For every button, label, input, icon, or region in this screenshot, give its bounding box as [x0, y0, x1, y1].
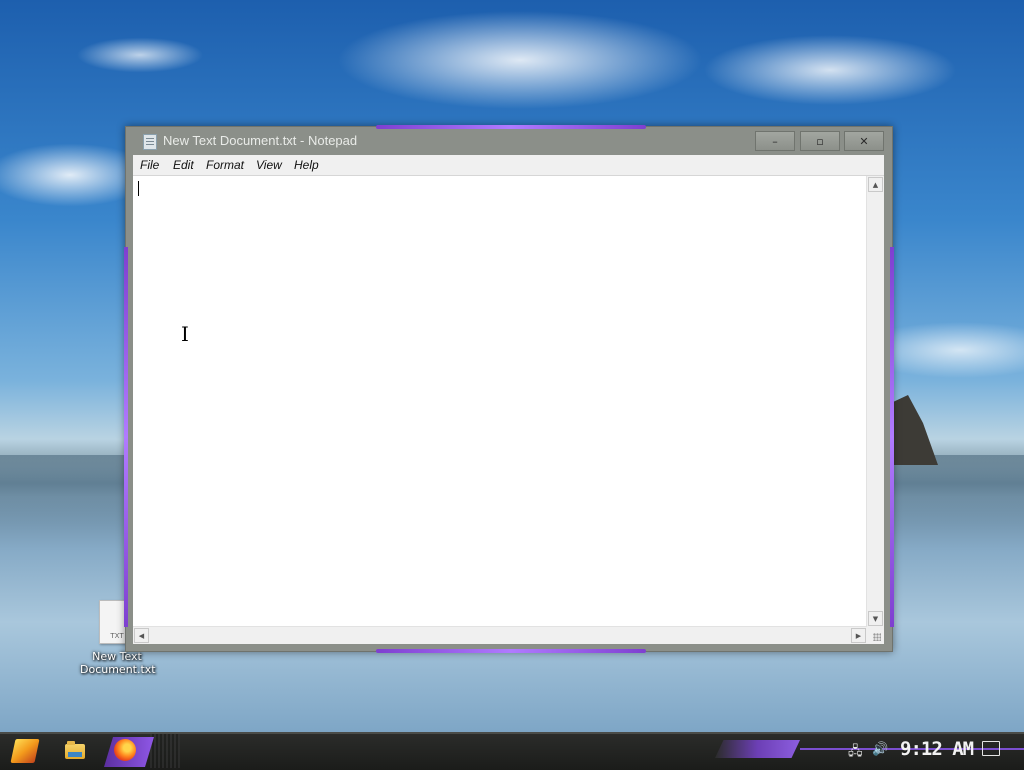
menu-bar: File Edit Format View Help [133, 155, 884, 175]
start-logo-icon [10, 739, 40, 763]
firefox-icon[interactable] [114, 739, 136, 761]
window-accent-bottom [376, 649, 646, 653]
wallpaper-rock [888, 395, 938, 465]
scroll-up-button[interactable]: ▲ [868, 177, 883, 192]
notepad-icon [143, 134, 157, 150]
notification-center-icon[interactable] [982, 741, 1000, 756]
menu-edit[interactable]: Edit [173, 158, 194, 172]
scroll-left-button[interactable]: ◀ [134, 628, 149, 643]
text-caret [138, 181, 139, 196]
taskbar-decoration [150, 734, 180, 768]
mouse-ibeam-cursor-icon: I [181, 322, 189, 346]
taskbar-file-explorer[interactable] [61, 738, 89, 764]
scroll-down-arrow-icon: ▼ [872, 614, 879, 623]
taskbar-clock[interactable]: 9:12 AM [900, 738, 974, 760]
window-accent-left [124, 247, 128, 627]
horizontal-scrollbar[interactable]: ◀ ▶ [133, 626, 867, 644]
scroll-right-arrow-icon: ▶ [855, 631, 862, 640]
scroll-left-arrow-icon: ◀ [138, 631, 145, 640]
title-bar[interactable]: New Text Document.txt - Notepad – ▫ ✕ [126, 127, 892, 155]
taskbar: 🖧 🔊 9:12 AM [0, 732, 1024, 770]
window-title: New Text Document.txt - Notepad [163, 133, 358, 148]
scroll-down-button[interactable]: ▼ [868, 611, 883, 626]
start-button[interactable] [10, 737, 40, 765]
desktop-icon-label: New Text Document.txt [80, 650, 156, 676]
minimize-button[interactable]: – [755, 131, 795, 151]
volume-icon[interactable]: 🔊 [872, 742, 888, 757]
menu-file[interactable]: File [140, 158, 159, 172]
close-icon: ✕ [859, 134, 869, 148]
scroll-right-button[interactable]: ▶ [851, 628, 866, 643]
close-button[interactable]: ✕ [844, 131, 884, 151]
minimize-icon: – [772, 134, 778, 148]
menu-help[interactable]: Help [294, 158, 319, 172]
vertical-scrollbar[interactable]: ▲ ▼ [866, 176, 884, 627]
notepad-window[interactable]: New Text Document.txt - Notepad – ▫ ✕ Fi… [124, 125, 894, 653]
folder-icon [65, 740, 85, 759]
maximize-icon: ▫ [816, 134, 824, 148]
window-accent-right [890, 247, 894, 627]
menu-format[interactable]: Format [206, 158, 244, 172]
text-editor[interactable]: I ▲ ▼ ◀ ▶ [133, 175, 884, 644]
taskbar-accent-decoration [715, 740, 800, 758]
network-icon[interactable]: 🖧 [848, 742, 863, 764]
resize-grip[interactable] [867, 627, 884, 644]
scroll-up-arrow-icon: ▲ [872, 180, 879, 189]
menu-view[interactable]: View [256, 158, 282, 172]
maximize-button[interactable]: ▫ [800, 131, 840, 151]
desktop-icon-label-line2: Document.txt [80, 663, 156, 676]
